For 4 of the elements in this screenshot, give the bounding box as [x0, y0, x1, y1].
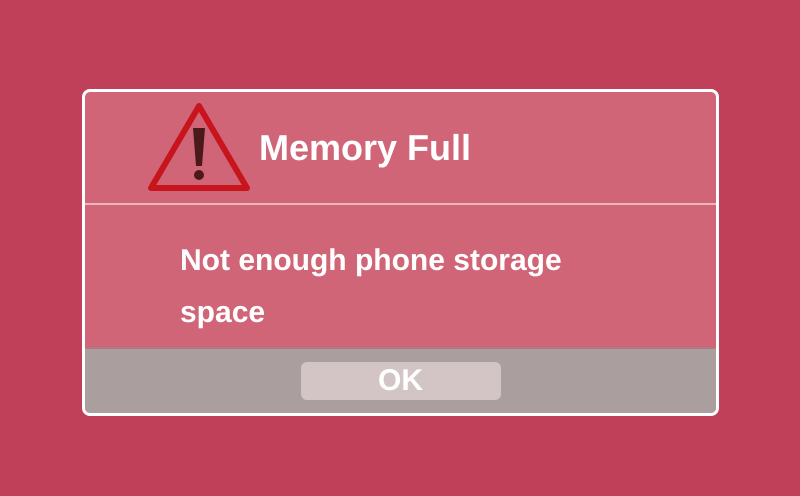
dialog-title: Memory Full [259, 130, 472, 166]
warning-icon [147, 102, 251, 194]
dialog-message: Not enough phone storage space [180, 243, 563, 331]
ok-button[interactable]: OK [300, 362, 500, 400]
